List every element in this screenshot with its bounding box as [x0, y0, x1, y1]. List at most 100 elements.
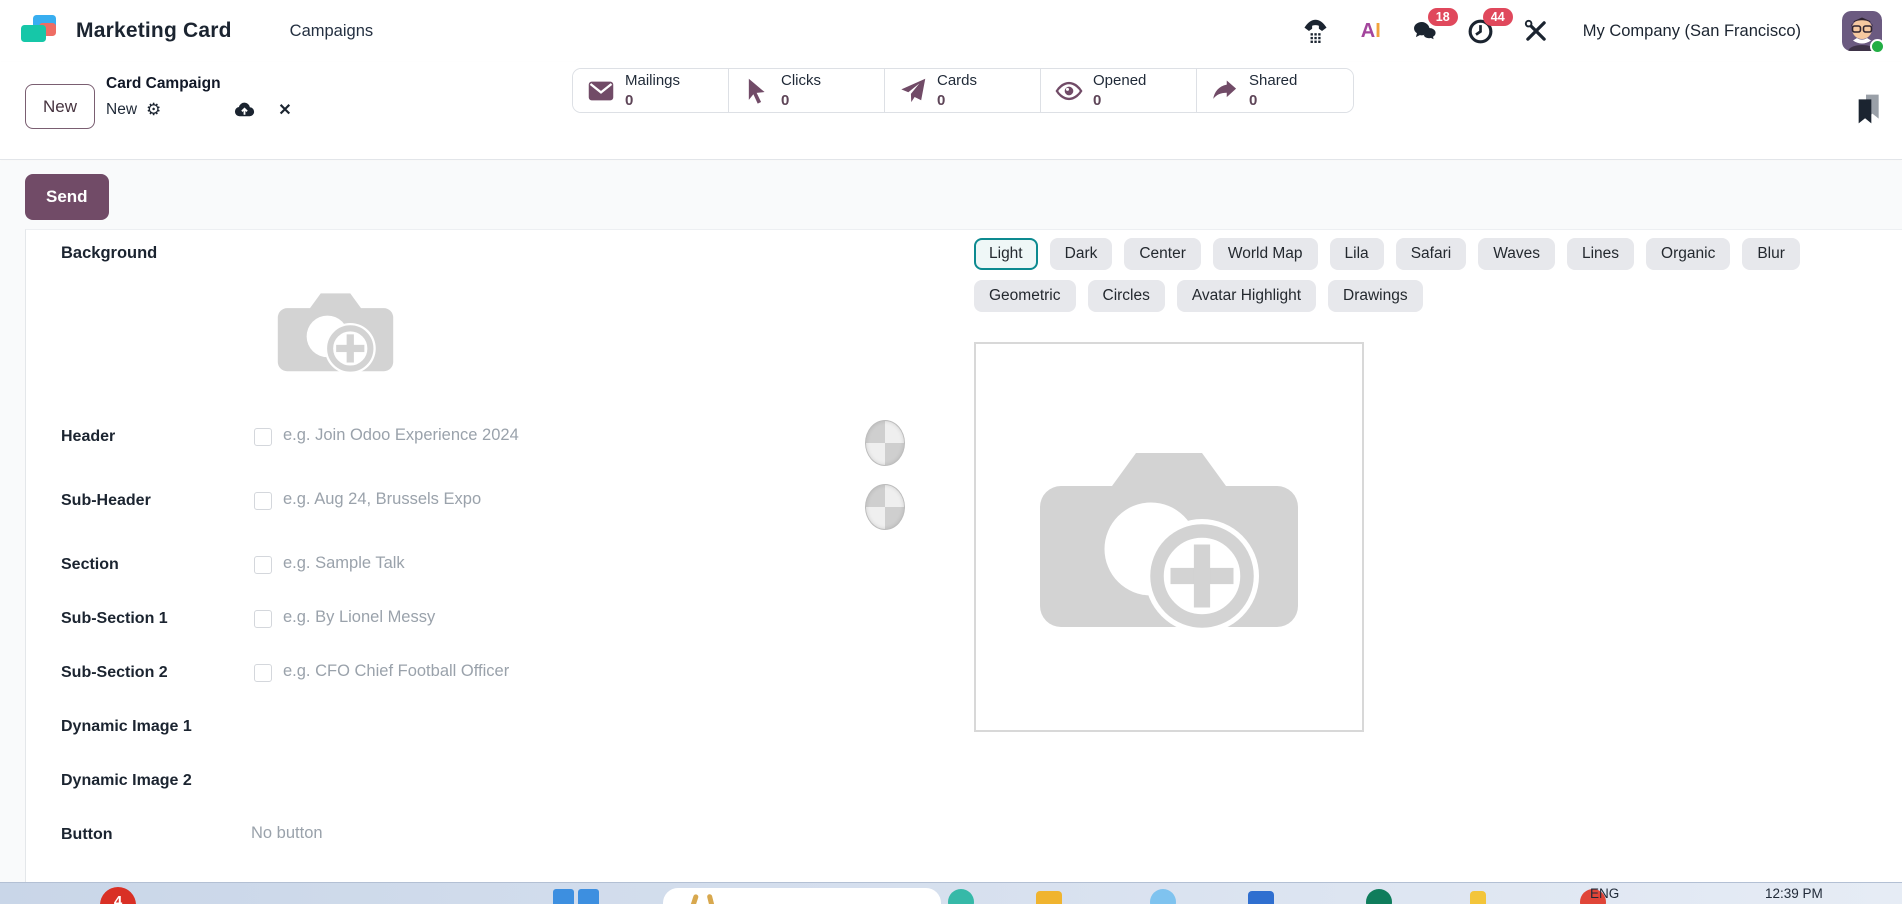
header-label: Header — [61, 426, 251, 446]
share-arrow-icon — [1211, 77, 1239, 105]
phone-icon[interactable] — [1302, 17, 1330, 45]
eye-icon — [1055, 77, 1083, 105]
style-option-lines[interactable]: Lines — [1567, 238, 1634, 270]
breadcrumb: Card Campaign New ⚙ ✕ — [106, 75, 292, 121]
style-option-drawings[interactable]: Drawings — [1328, 280, 1423, 312]
style-option-circles[interactable]: Circles — [1088, 280, 1165, 312]
gear-icon[interactable]: ⚙ — [146, 101, 161, 118]
field-row-dynamic-image-1: Dynamic Image 1 — [61, 716, 961, 770]
stat-value: 0 — [1249, 91, 1297, 111]
stat-button-clicks[interactable]: Clicks0 — [729, 69, 885, 112]
form-fields: Header e.g. Join Odoo Experience 2024 Sub-… — [61, 426, 961, 878]
sub-section-2-input[interactable]: e.g. CFO Chief Football Officer — [283, 662, 509, 681]
stat-button-mailings[interactable]: Mailings0 — [573, 69, 729, 112]
taskbar-search-box[interactable] — [663, 888, 941, 904]
stat-value: 0 — [1093, 91, 1146, 111]
stat-buttons: Mailings0Clicks0Cards0Opened0Shared0 — [572, 68, 1354, 113]
sub-header-color-picker[interactable] — [865, 484, 905, 530]
style-option-lila[interactable]: Lila — [1330, 238, 1384, 270]
taskbar-app-green-icon[interactable] — [1366, 889, 1392, 904]
style-option-waves[interactable]: Waves — [1478, 238, 1555, 270]
style-option-blur[interactable]: Blur — [1742, 238, 1800, 270]
field-row-sub-section-2: Sub-Section 2 e.g. CFO Chief Football Off… — [61, 662, 961, 716]
cursor-icon — [743, 77, 771, 105]
marketing-card-app-icon[interactable] — [20, 13, 60, 49]
stat-label: Opened — [1093, 71, 1146, 91]
taskbar-folder-icon[interactable] — [1036, 891, 1062, 904]
sub-section-2-checkbox[interactable] — [254, 664, 272, 682]
taskbar-app-navy-icon[interactable] — [1248, 891, 1274, 904]
menu-campaigns[interactable]: Campaigns — [290, 22, 373, 41]
background-field-label: Background — [61, 244, 157, 263]
field-row-section: Sectione.g. Sample Talk — [61, 554, 961, 608]
sub-header-input[interactable]: e.g. Aug 24, Brussels Expo — [283, 490, 481, 509]
stat-value: 0 — [625, 91, 680, 111]
taskbar-notification-badge[interactable]: 4 — [100, 887, 136, 904]
sub-section-1-input[interactable]: e.g. By Lionel Messy — [283, 608, 435, 627]
main-content: Send Background Header e.g. Join Odoo Exp… — [0, 161, 1902, 882]
style-option-avatar-highlight[interactable]: Avatar Highlight — [1177, 280, 1316, 312]
field-row-button: ButtonNo button — [61, 824, 961, 878]
tools-icon[interactable] — [1522, 17, 1550, 45]
search-decor-icon — [688, 894, 699, 904]
chat-icon[interactable]: 18 — [1412, 17, 1440, 45]
dynamic-image-1-label: Dynamic Image 1 — [61, 716, 251, 736]
header-input[interactable]: e.g. Join Odoo Experience 2024 — [283, 426, 519, 445]
taskbar-clock[interactable]: 12:39 PM — [1765, 886, 1823, 901]
taskbar-app-yellow-icon[interactable] — [1470, 891, 1486, 904]
stat-button-cards[interactable]: Cards0 — [885, 69, 1041, 112]
new-button[interactable]: New — [25, 84, 95, 129]
style-option-center[interactable]: Center — [1124, 238, 1201, 270]
activity-badge: 44 — [1483, 8, 1513, 26]
sub-header-checkbox[interactable] — [254, 492, 272, 510]
field-row-header: Header e.g. Join Odoo Experience 2024 — [61, 426, 961, 490]
sub-header-label: Sub-Header — [61, 490, 251, 510]
stat-button-shared[interactable]: Shared0 — [1197, 69, 1353, 112]
style-option-geometric[interactable]: Geometric — [974, 280, 1076, 312]
form-sheet: Background Header e.g. Join Odoo Experien… — [25, 229, 1902, 882]
breadcrumb-record-name: New — [106, 101, 137, 119]
search-decor-icon-2 — [707, 894, 717, 904]
style-option-world-map[interactable]: World Map — [1213, 238, 1318, 270]
section-checkbox[interactable] — [254, 556, 272, 574]
nav-right: AI 18 44 My Company (San Francisco) — [1302, 11, 1882, 51]
style-option-dark[interactable]: Dark — [1050, 238, 1113, 270]
ai-icon[interactable]: AI — [1357, 17, 1385, 45]
bookmark-icon[interactable] — [1852, 92, 1884, 133]
discard-x-icon[interactable]: ✕ — [278, 100, 291, 120]
windows-start-icon[interactable] — [553, 889, 574, 904]
activity-clock-icon[interactable]: 44 — [1467, 17, 1495, 45]
windows-taskbar: 4 ENG 12:39 PM — [0, 882, 1902, 904]
user-avatar[interactable] — [1842, 11, 1882, 51]
windows-start-icon-2[interactable] — [578, 889, 599, 904]
style-option-safari[interactable]: Safari — [1396, 238, 1467, 270]
field-row-dynamic-image-2: Dynamic Image 2 — [61, 770, 961, 824]
style-option-organic[interactable]: Organic — [1646, 238, 1730, 270]
background-upload-camera-icon[interactable] — [268, 280, 403, 382]
style-option-light[interactable]: Light — [974, 238, 1038, 270]
sub-section-2-label: Sub-Section 2 — [61, 662, 251, 682]
stat-label: Cards — [937, 71, 977, 91]
app-title: Marketing Card — [76, 19, 232, 43]
preview-camera-icon — [1019, 423, 1319, 651]
sub-section-1-checkbox[interactable] — [254, 610, 272, 628]
button-value[interactable]: No button — [251, 824, 323, 843]
header-color-picker[interactable] — [865, 420, 905, 466]
taskbar-language[interactable]: ENG — [1590, 886, 1619, 901]
stat-label: Shared — [1249, 71, 1297, 91]
taskbar-app-blue-icon[interactable] — [1150, 889, 1176, 904]
send-button[interactable]: Send — [25, 174, 109, 220]
section-input[interactable]: e.g. Sample Talk — [283, 554, 405, 573]
stat-value: 0 — [937, 91, 977, 111]
card-preview[interactable] — [974, 342, 1364, 732]
dynamic-image-2-label: Dynamic Image 2 — [61, 770, 251, 790]
breadcrumb-title[interactable]: Card Campaign — [106, 75, 292, 93]
cloud-save-icon[interactable] — [233, 98, 256, 121]
header-checkbox[interactable] — [254, 428, 272, 446]
stat-label: Mailings — [625, 71, 680, 91]
sub-section-1-label: Sub-Section 1 — [61, 608, 251, 628]
stat-button-opened[interactable]: Opened0 — [1041, 69, 1197, 112]
company-switcher[interactable]: My Company (San Francisco) — [1583, 22, 1801, 41]
taskbar-app-teal-icon[interactable] — [948, 889, 974, 904]
card-design-column: Light Dark Center World Map Lila Safari Waves L… — [974, 238, 1854, 732]
